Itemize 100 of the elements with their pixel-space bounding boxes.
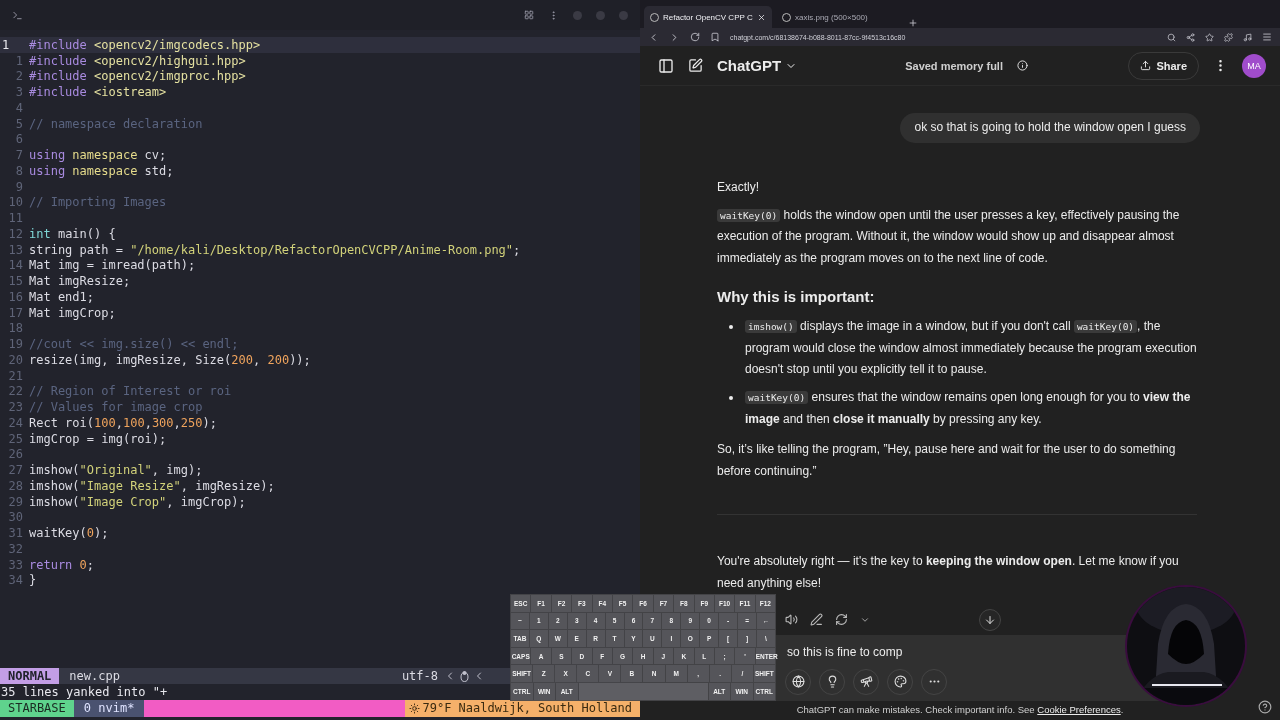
line-number: 12 xyxy=(7,226,24,241)
music-icon[interactable] xyxy=(1243,32,1252,42)
line-number: 26 xyxy=(7,447,24,462)
line-number: 16 xyxy=(7,289,24,304)
code-line: // namespace declaration xyxy=(29,116,203,131)
speaker-icon[interactable] xyxy=(785,613,798,627)
session-name: STARBASE xyxy=(0,700,74,717)
telescope-icon xyxy=(859,675,873,689)
line-number: 1 xyxy=(14,53,24,68)
bullet-icon xyxy=(729,396,733,401)
grid-icon[interactable] xyxy=(524,10,534,20)
user-avatar[interactable]: MA xyxy=(1242,53,1266,78)
bullet-icon xyxy=(729,324,733,329)
line-number: 29 xyxy=(7,494,24,509)
line-number: 19 xyxy=(7,337,24,352)
browser-tab[interactable]: Refactor OpenCV CPP C xyxy=(644,6,772,28)
globe-icon xyxy=(791,675,805,689)
code-line: // Importing Images xyxy=(29,195,167,210)
code-line: #include <iostream> xyxy=(29,85,167,100)
code-line: } xyxy=(29,573,37,588)
share-icon[interactable] xyxy=(1186,32,1195,42)
code-line: imshow("Original", img); xyxy=(29,463,203,478)
command-message: 35 lines yanked into "+ xyxy=(0,684,168,700)
code-line: // Region of Interest or roi xyxy=(29,384,232,399)
line-number: 33 xyxy=(7,557,24,572)
user-message: ok so that is going to hold the window open I guess xyxy=(900,113,1200,143)
help-icon[interactable] xyxy=(1258,700,1272,714)
line-number: 34 xyxy=(7,573,24,588)
code-line: int main() { xyxy=(29,226,116,241)
code-line: imshow("Image Crop", imgCrop); xyxy=(29,494,246,509)
line-number: 1 xyxy=(1,37,11,52)
code-line: resize(img, imgResize, Size(200, 200)); xyxy=(29,352,311,367)
browser-tab[interactable]: xaxis.png (500×500) xyxy=(776,6,904,28)
line-number: 27 xyxy=(7,463,24,478)
line-number: 25 xyxy=(7,431,24,446)
line-number: 3 xyxy=(14,85,24,100)
reload-icon[interactable] xyxy=(690,32,700,42)
new-tab-icon[interactable] xyxy=(908,18,918,28)
line-number: 31 xyxy=(7,526,24,541)
line-number: 24 xyxy=(7,415,24,430)
star-icon[interactable] xyxy=(1205,32,1214,42)
message-paragraph: Exactly! xyxy=(717,178,760,196)
code-line: #include <opencv2/imgcodecs.hpp> xyxy=(29,37,261,52)
message-paragraph: So, it’s like telling the program, ”Hey, pause here and wait for the user to do something before continuing.” xyxy=(717,440,1177,480)
line-number: 13 xyxy=(7,242,24,257)
line-number: 30 xyxy=(7,510,24,525)
line-number: 21 xyxy=(7,368,24,383)
disclaimer-text: ChatGPT can make mistakes. Check important info. See Cookie Preferences. xyxy=(796,704,1124,715)
file-encoding: utf-8 xyxy=(401,669,439,683)
line-number: 9 xyxy=(14,179,24,194)
code-line: #include <opencv2/highgui.hpp> xyxy=(29,53,246,68)
code-line: Mat img = imread(path); xyxy=(29,258,196,273)
code-line: Mat imgCrop; xyxy=(29,305,116,320)
code-line: waitKey(0); xyxy=(29,526,109,541)
info-icon xyxy=(1017,60,1028,71)
code-line: using namespace std; xyxy=(29,163,174,178)
memory-notice: Saved memory full xyxy=(905,59,1003,72)
message-paragraph: You're absolutely right — it's the key to keeping the window open. Let me know if you need anything else! xyxy=(717,553,1180,593)
edit-icon[interactable] xyxy=(810,613,823,627)
line-number: 14 xyxy=(7,258,24,273)
line-number: 4 xyxy=(14,100,24,115)
line-number: 7 xyxy=(14,148,24,163)
section-heading: Why this is important: xyxy=(717,287,876,307)
line-number: 22 xyxy=(7,384,24,399)
line-number: 6 xyxy=(14,132,24,147)
palette-icon xyxy=(893,675,907,689)
code-line: //cout << img.size() << endl; xyxy=(29,337,239,352)
scroll-down-button[interactable] xyxy=(979,608,1001,631)
line-number: 28 xyxy=(7,478,24,493)
window-tab[interactable]: 0 nvim* xyxy=(73,700,145,717)
new-chat-icon[interactable] xyxy=(688,58,703,73)
line-number: 8 xyxy=(14,163,24,178)
list-item-text: waitKey(0) ensures that the window remains open long enough for you to view the image and then close it manually by pressing any key. xyxy=(745,389,1192,428)
line-number: 17 xyxy=(7,305,24,320)
bookmark-icon[interactable] xyxy=(710,32,720,42)
line-number: 18 xyxy=(7,321,24,336)
mode-indicator: NORMAL xyxy=(0,668,60,684)
message-input[interactable]: so this is fine to comp xyxy=(787,640,1087,663)
sidebar-icon[interactable] xyxy=(658,57,674,74)
code-line: imshow("Image Resize", imgResize); xyxy=(29,478,275,493)
terminal-icon[interactable] xyxy=(12,9,23,21)
list-item-text: imshow() displays the image in a window, but if you don't call waitKey(0) , the program would close the window almost immediately because the program execution doesn't stop until you explicitly tell it to pause. xyxy=(745,317,1197,379)
model-selector[interactable]: ChatGPT xyxy=(717,57,798,74)
line-number: 2 xyxy=(14,69,24,84)
code-line: string path = "/home/kali/Desktop/RefactorOpenCVCPP/Anime-Room.png"; xyxy=(29,242,521,257)
code-line: imgCrop = img(roi); xyxy=(29,431,167,446)
message-paragraph: waitKey(0) holds the window open until the user presses a key, effectively pausing the execution of the program. Without it, the window would show up and disappear almost immediately as the program moves on to the next line of code. xyxy=(717,206,1181,268)
menu-icon[interactable] xyxy=(1262,32,1272,42)
code-line: Rect roi(100,100,300,250); xyxy=(29,415,217,430)
close-icon[interactable] xyxy=(757,12,766,22)
regenerate-icon[interactable] xyxy=(835,613,848,627)
search-icon[interactable] xyxy=(1167,32,1176,42)
code-line: Mat end1; xyxy=(29,289,95,304)
arrow-down-icon xyxy=(984,613,996,626)
puzzle-icon[interactable] xyxy=(1224,32,1233,42)
sun-icon xyxy=(409,703,421,714)
cookie-preferences-link[interactable]: Cookie Preferences xyxy=(1037,704,1121,715)
code-line: Mat imgResize; xyxy=(29,274,131,289)
line-number: 32 xyxy=(7,541,24,556)
line-number: 23 xyxy=(7,400,24,415)
